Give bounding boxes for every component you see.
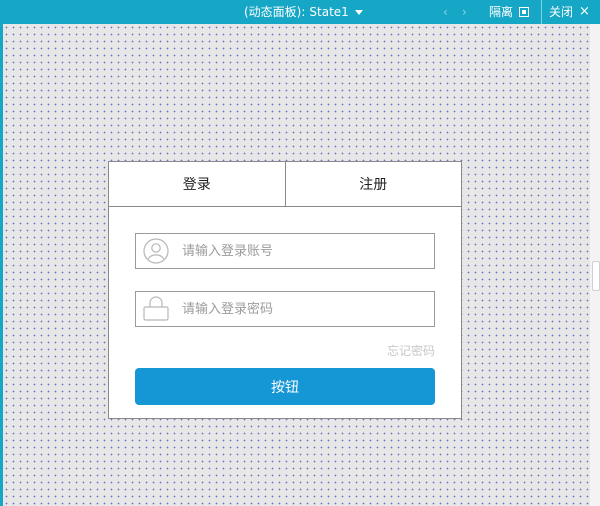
toolbar-divider xyxy=(541,0,542,24)
close-icon: × xyxy=(579,4,590,19)
prev-state-icon[interactable]: ‹ xyxy=(443,0,448,24)
panel-label: (动态面板): xyxy=(244,5,306,19)
state-name: State1 xyxy=(309,5,349,19)
state-selector[interactable]: (动态面板): State1 xyxy=(244,0,363,24)
dynamic-panel-toolbar: (动态面板): State1 ‹ › 隔离 关闭 × xyxy=(0,0,600,24)
password-field[interactable] xyxy=(135,291,435,327)
login-submit-button[interactable]: 按钮 xyxy=(135,368,435,405)
isolate-icon xyxy=(519,7,530,17)
forgot-password-link[interactable]: 忘记密码 xyxy=(387,342,435,359)
panel-resize-handle[interactable] xyxy=(592,261,600,291)
isolate-label: 隔离 xyxy=(489,5,514,19)
tab-register[interactable]: 注册 xyxy=(284,162,462,206)
login-panel: 登录 注册 忘记密码 按钮 xyxy=(108,161,462,419)
lock-icon xyxy=(136,292,176,326)
tab-login[interactable]: 登录 xyxy=(109,162,285,206)
isolate-button[interactable]: 隔离 xyxy=(489,0,530,24)
username-input[interactable] xyxy=(176,235,434,267)
username-field[interactable] xyxy=(135,233,435,269)
chevron-down-icon xyxy=(354,10,363,15)
next-state-icon[interactable]: › xyxy=(462,0,467,24)
password-input[interactable] xyxy=(176,293,434,325)
close-button[interactable]: 关闭 × xyxy=(549,0,590,24)
login-tabs: 登录 注册 xyxy=(109,162,461,207)
user-icon xyxy=(136,234,176,268)
close-label: 关闭 xyxy=(549,5,574,19)
